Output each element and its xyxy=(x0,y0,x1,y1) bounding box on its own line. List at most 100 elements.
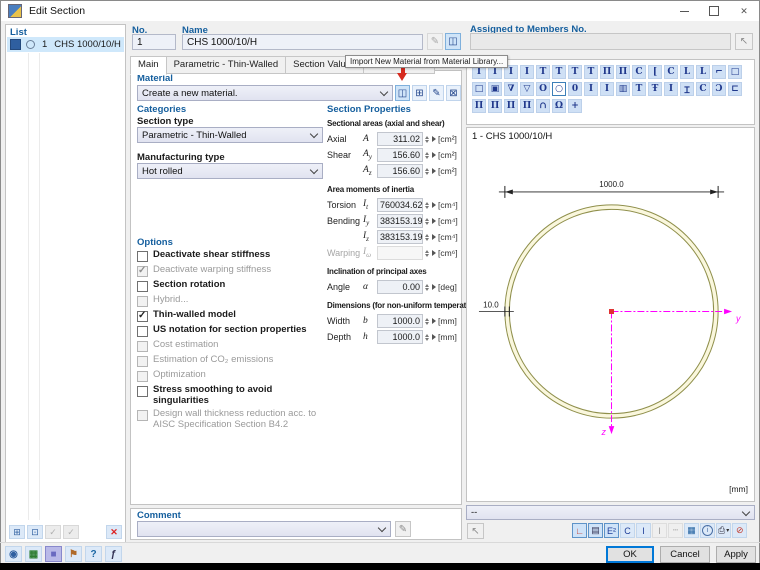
material-select[interactable]: Create a new material. xyxy=(137,85,393,101)
spinner-icon[interactable] xyxy=(423,231,431,243)
info-button[interactable]: i xyxy=(700,523,715,538)
section-shape-icon[interactable]: Ω xyxy=(552,99,566,113)
checkbox-icon[interactable] xyxy=(137,326,148,337)
property-value-field[interactable]: 0.00 xyxy=(377,280,423,294)
property-value-field[interactable]: 1000.0 xyxy=(377,330,423,344)
property-value-field[interactable]: 311.02 xyxy=(377,132,423,146)
section-shape-icon[interactable]: Π xyxy=(472,99,486,113)
detail-arrow-icon[interactable] xyxy=(432,202,436,208)
comment-select[interactable] xyxy=(137,521,391,537)
property-value-field[interactable]: 156.60 xyxy=(377,148,423,162)
import-material-button[interactable]: ⊠ xyxy=(446,85,461,101)
spinner-icon[interactable] xyxy=(423,215,431,227)
pointer-options-button[interactable]: ↖ xyxy=(467,523,484,539)
tab-main[interactable]: Main xyxy=(130,56,167,75)
section-shape-icon[interactable]: □ xyxy=(728,65,742,79)
section-shape-icon[interactable]: I xyxy=(664,82,678,96)
spinner-icon[interactable] xyxy=(423,133,431,145)
section-shape-icon[interactable]: [ xyxy=(648,65,662,79)
units-and-decimal-places-button[interactable]: ▦ xyxy=(25,546,42,562)
section-shape-icon[interactable]: C xyxy=(664,65,678,79)
section-shape-icon[interactable]: ∩ xyxy=(536,99,550,113)
detail-arrow-icon[interactable] xyxy=(432,334,436,340)
edit-material-button[interactable]: ✎ xyxy=(429,85,444,101)
section-shape-icon[interactable]: T xyxy=(568,65,582,79)
property-value-field[interactable]: 1000.0 xyxy=(377,314,423,328)
section-shape-icon[interactable]: Π xyxy=(520,99,534,113)
checkbox-icon[interactable] xyxy=(137,281,148,292)
section-shape-icon[interactable]: □ xyxy=(472,82,486,96)
section-shape-icon[interactable]: Π xyxy=(616,65,630,79)
copy-section-button[interactable]: ⊡ xyxy=(27,525,43,539)
section-shape-icon[interactable]: ▥ xyxy=(616,82,630,96)
section-shape-icon[interactable]: ▣ xyxy=(488,82,502,96)
section-shape-icon[interactable]: ⌐ xyxy=(712,65,726,79)
section-name-field[interactable]: CHS 1000/10/H xyxy=(182,34,423,50)
cancel-button[interactable]: Cancel xyxy=(660,546,710,563)
maximize-button[interactable] xyxy=(699,1,729,21)
spinner-icon[interactable] xyxy=(423,149,431,161)
section-shape-icon[interactable]: + xyxy=(568,99,582,113)
minimize-button[interactable] xyxy=(669,1,699,21)
section-no-field[interactable]: 1 xyxy=(132,34,176,50)
delete-section-button[interactable]: ✕ xyxy=(106,525,122,539)
section-shape-icon[interactable]: Π xyxy=(600,65,614,79)
checkbox-icon[interactable] xyxy=(137,311,148,322)
comment-templates-button[interactable]: ƒ xyxy=(105,546,122,562)
detail-arrow-icon[interactable] xyxy=(432,152,436,158)
result-table-button[interactable]: ▦ xyxy=(684,523,699,538)
section-type-select[interactable]: Parametric - Thin-Walled xyxy=(137,127,323,143)
section-shape-icon[interactable]: I xyxy=(584,82,598,96)
manufacturing-type-select[interactable]: Hot rolled xyxy=(137,163,323,179)
list-item[interactable]: 1 CHS 1000/10/H xyxy=(7,37,124,52)
option-thin-walled-model[interactable]: Thin-walled model xyxy=(137,310,325,322)
assigned-members-field[interactable] xyxy=(470,33,731,50)
apply-button[interactable]: Apply xyxy=(716,546,756,563)
section-shape-icon[interactable]: I xyxy=(520,65,534,79)
option-section-rotation[interactable]: Section rotation xyxy=(137,280,325,292)
property-value-field[interactable]: 760034.62 xyxy=(377,198,423,212)
detail-arrow-icon[interactable] xyxy=(432,318,436,324)
tab-parametric-thin-walled[interactable]: Parametric - Thin-Walled xyxy=(166,56,287,74)
option-us-notation-for-section-properties[interactable]: US notation for section properties xyxy=(137,325,325,337)
detail-arrow-icon[interactable] xyxy=(432,136,436,142)
section-shape-icon[interactable]: C xyxy=(696,82,710,96)
display-properties-button[interactable]: ■ xyxy=(45,546,62,562)
section-shape-icon[interactable]: L xyxy=(696,65,710,79)
section-shape-icon[interactable]: Ɪ xyxy=(680,82,694,96)
section-shape-icon[interactable]: O xyxy=(536,82,550,96)
section-shape-icon[interactable]: T xyxy=(632,82,646,96)
spinner-icon[interactable] xyxy=(423,281,431,293)
print-button[interactable]: ⎙▾ xyxy=(716,523,731,538)
checkbox-icon[interactable] xyxy=(137,251,148,262)
help-button[interactable]: ? xyxy=(85,546,102,562)
axes-display-toggle[interactable]: ∟ xyxy=(572,523,587,538)
detail-arrow-icon[interactable] xyxy=(432,168,436,174)
shear-center-display-toggle[interactable]: C xyxy=(620,523,635,538)
property-value-field[interactable]: 383153.19 xyxy=(377,230,423,244)
detail-arrow-icon[interactable] xyxy=(432,234,436,240)
spinner-icon[interactable] xyxy=(423,315,431,327)
ok-button[interactable]: OK xyxy=(606,546,654,563)
zoom-off-button[interactable]: ⊘ xyxy=(732,523,747,538)
section-shape-icon[interactable]: 0 xyxy=(568,82,582,96)
detail-arrow-icon[interactable] xyxy=(432,218,436,224)
section-shape-icon[interactable]: ⊏ xyxy=(728,82,742,96)
property-value-field[interactable]: 156.60 xyxy=(377,164,423,178)
property-value-field[interactable]: 383153.19 xyxy=(377,214,423,228)
edit-comment-button[interactable]: ✎ xyxy=(395,521,411,537)
section-shape-icon[interactable]: I xyxy=(600,82,614,96)
spinner-icon[interactable] xyxy=(423,331,431,343)
profile-edges-toggle[interactable]: I xyxy=(636,523,651,538)
option-stress-smoothing-to-avoid-singularities[interactable]: Stress smoothing to avoid singularities xyxy=(137,385,325,406)
section-shape-icon[interactable]: Ŧ xyxy=(648,82,662,96)
material-library-button[interactable]: ◫ xyxy=(395,85,410,101)
section-shape-icon[interactable]: T xyxy=(584,65,598,79)
section-shape-icon[interactable]: Π xyxy=(488,99,502,113)
section-library-button[interactable]: ◫ xyxy=(445,33,461,50)
option-deactivate-shear-stiffness[interactable]: Deactivate shear stiffness xyxy=(137,250,325,262)
checkbox-icon[interactable] xyxy=(137,386,148,397)
detail-arrow-icon[interactable] xyxy=(432,284,436,290)
section-shape-icon[interactable]: Π xyxy=(504,99,518,113)
section-shape-icon[interactable]: ∇ xyxy=(504,82,518,96)
